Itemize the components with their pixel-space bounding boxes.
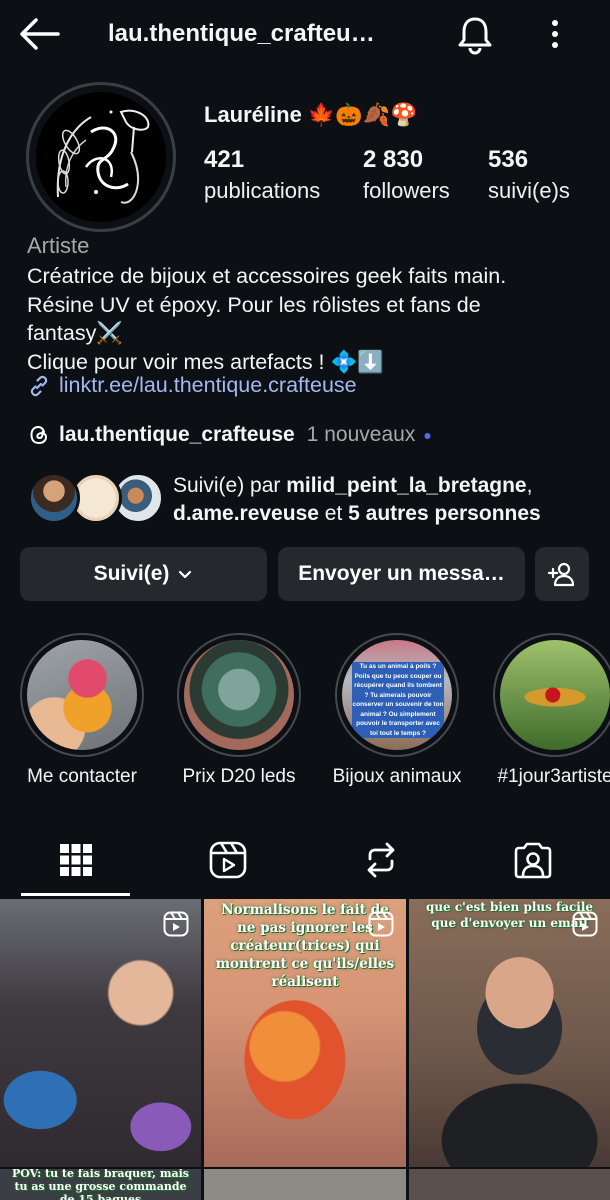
followed-by-prefix: Suivi(e) par (173, 474, 287, 497)
stat-label: followers (363, 178, 450, 203)
highlight-prix-d20[interactable]: Prix D20 leds (174, 633, 304, 788)
stat-value: 421 (204, 146, 245, 173)
highlight-me-contacter[interactable]: Me contacter (17, 633, 147, 788)
stat-followers[interactable]: 2 830 followers (363, 146, 450, 204)
highlight-bijoux-animaux[interactable]: Tu as un animal à poils ? Poils que tu p… (332, 633, 462, 788)
avatar-logo-image (36, 92, 166, 222)
reels-icon (209, 841, 247, 878)
followed-by-user: milid_peint_la_bretagne (286, 474, 527, 497)
more-vertical-icon[interactable] (544, 16, 566, 52)
followed-by-user: d.ame.reveuse (173, 502, 319, 525)
chevron-down-icon (179, 570, 192, 579)
highlight-image (500, 640, 610, 750)
highlight-label: #1jour3artiste (497, 766, 610, 787)
post-thumbnail[interactable] (204, 1169, 406, 1200)
active-tab-indicator (21, 893, 130, 896)
followed-by-comma: , (526, 474, 533, 497)
threads-badge[interactable]: lau.thentique_crafteuse 1 nouveaux ● (27, 423, 432, 447)
bio-line: Clique pour voir mes artefacts ! 💠⬇️ (27, 349, 385, 374)
stat-following[interactable]: 536 suivi(e)s (488, 146, 570, 204)
top-bar: lau.thentique_crafteu… (0, 0, 610, 70)
add-person-icon (547, 562, 575, 587)
tab-reels[interactable] (152, 822, 304, 897)
highlight-1jour3artiste[interactable]: #1jour3artiste (490, 633, 610, 788)
followed-by-others: 5 autres personnes (348, 502, 541, 525)
profile-category: Artiste (27, 233, 90, 258)
profile-tabs (0, 822, 610, 897)
highlight-image (184, 640, 294, 750)
reels-icon (572, 911, 598, 937)
bio-line: Résine UV et époxy. Pour les rôlistes et… (27, 292, 481, 317)
stat-value: 2 830 (363, 146, 424, 173)
threads-new-count: 1 nouveaux (306, 423, 416, 446)
post-thumbnail[interactable]: POV: tu te fais braquer, mais tu as une … (0, 1169, 201, 1200)
mutual-followers-avatars[interactable] (28, 472, 164, 524)
stat-publications[interactable]: 421 publications (204, 146, 320, 204)
threads-handle: lau.thentique_crafteuse (59, 423, 295, 446)
add-person-button[interactable] (535, 547, 589, 601)
send-message-button[interactable]: Envoyer un messa… (278, 547, 525, 601)
post-thumbnail[interactable] (0, 899, 201, 1167)
profile-bio: Créatrice de bijoux et accessoires geek … (27, 262, 597, 376)
repost-icon (367, 842, 395, 877)
arrow-left-icon[interactable] (18, 16, 62, 52)
reels-icon (368, 911, 394, 937)
post-thumbnail[interactable]: que c'est bien plus facile que d'envoyer… (409, 899, 610, 1167)
grid-icon (60, 843, 92, 876)
tab-grid[interactable] (0, 822, 152, 897)
tab-reposts[interactable] (305, 822, 457, 897)
stat-label: suivi(e)s (488, 178, 570, 203)
bio-line: Créatrice de bijoux et accessoires geek … (27, 264, 507, 288)
profile-username: lau.thentique_crafteu… (108, 20, 375, 47)
posts-grid: Normalisons le fait de ne pas ignorer le… (0, 899, 610, 1200)
stat-label: publications (204, 178, 321, 203)
avatar (28, 472, 80, 524)
new-dot-icon: ● (423, 427, 432, 443)
post-thumbnail[interactable]: Normalisons le fait de ne pas ignorer le… (204, 899, 406, 1167)
followed-by-middle: et (318, 502, 349, 525)
post-caption: POV: tu te fais braquer, mais tu as une … (12, 1169, 189, 1200)
profile-link-text: linktr.ee/lau.thentique.crafteuse (59, 373, 357, 397)
following-button-label: Suivi(e) (93, 562, 170, 585)
highlight-inner-text: Tu as un animal à poils ? Poils que tu p… (352, 662, 444, 738)
highlight-label: Prix D20 leds (182, 766, 296, 787)
threads-icon (30, 425, 48, 445)
highlight-image (27, 640, 137, 750)
highlight-image: Tu as un animal à poils ? Poils que tu p… (342, 640, 452, 750)
post-thumbnail[interactable] (409, 1169, 610, 1200)
highlight-label: Bijoux animaux (332, 766, 462, 787)
profile-display-name: Lauréline 🍁🎃🍂🍄 (204, 102, 418, 127)
bio-line: fantasy⚔️ (27, 321, 124, 345)
following-button[interactable]: Suivi(e) (20, 547, 267, 601)
highlight-label: Me contacter (27, 766, 137, 787)
link-icon (30, 375, 48, 396)
profile-avatar[interactable] (26, 82, 176, 232)
followed-by-text[interactable]: Suivi(e) par milid_peint_la_bretagne, d.… (173, 472, 541, 528)
tab-tagged[interactable] (457, 822, 609, 897)
tagged-person-icon (514, 842, 552, 878)
reels-icon (163, 911, 189, 937)
stat-value: 536 (488, 146, 529, 173)
profile-link[interactable]: linktr.ee/lau.thentique.crafteuse (27, 373, 357, 398)
bell-icon[interactable] (454, 14, 496, 56)
